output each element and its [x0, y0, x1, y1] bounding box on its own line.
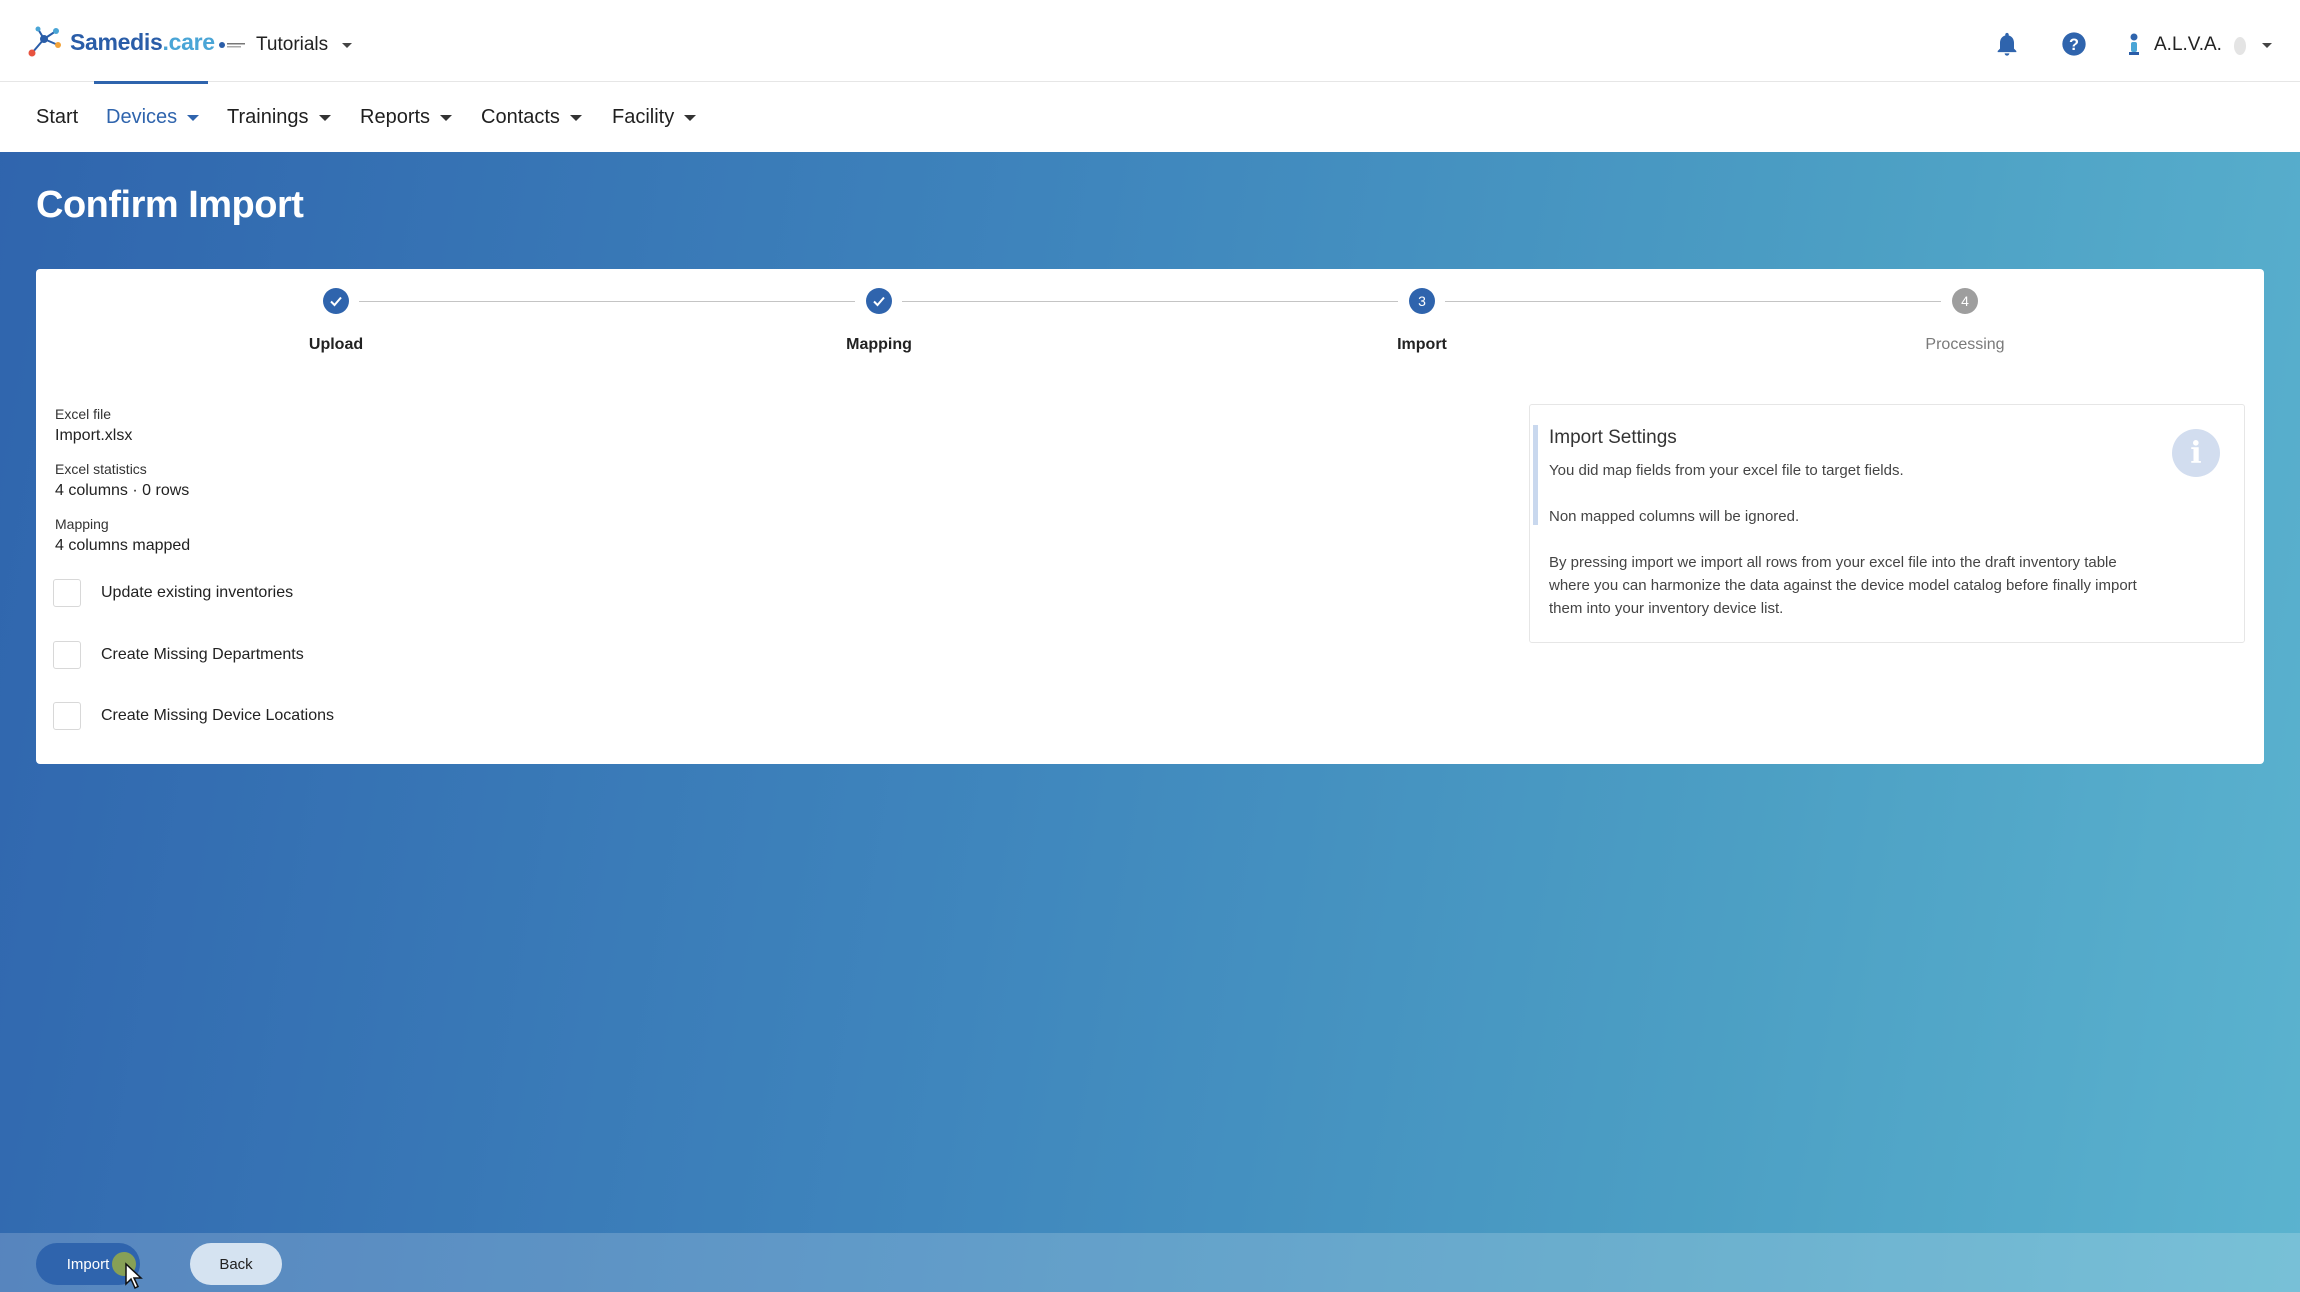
- nav-label: Reports: [360, 106, 431, 128]
- mouse-pointer-icon: [125, 1262, 143, 1290]
- nav-devices[interactable]: Devices: [106, 83, 200, 152]
- info-icon: i: [2172, 429, 2220, 477]
- chevron-down-icon: [684, 114, 697, 121]
- nav-label: Start: [36, 106, 79, 128]
- chevron-down-icon: [2261, 42, 2272, 48]
- update-existing-checkbox[interactable]: [53, 579, 81, 607]
- settings-line-2: Non mapped columns will be ignored.: [1549, 508, 1800, 525]
- nav-label: Facility: [612, 106, 675, 128]
- samedis-logo-icon: [28, 26, 61, 57]
- nav-label: Contacts: [481, 106, 560, 128]
- chevron-down-icon: [440, 114, 453, 121]
- mapping-label: Mapping: [55, 516, 109, 532]
- tenant-logo-icon: [219, 42, 245, 48]
- active-nav-indicator: [94, 81, 208, 84]
- action-bar: Import Back: [0, 1233, 2300, 1292]
- step-import-number: 3: [1409, 288, 1435, 314]
- step-connector: [902, 301, 1398, 302]
- excel-stats-value: 4 columns · 0 rows: [55, 482, 190, 499]
- stepper: Upload Mapping 3 Import 4 Processing: [36, 269, 2264, 369]
- import-settings-panel: Import Settings You did map fields from …: [1529, 404, 2245, 643]
- step-mapping-label: Mapping: [846, 336, 912, 353]
- option-create-locations[interactable]: Create Missing Device Locations: [53, 702, 334, 730]
- excel-file-value: Import.xlsx: [55, 427, 133, 444]
- step-connector: [1445, 301, 1941, 302]
- step-mapping-check-icon: [866, 288, 892, 314]
- nav-start[interactable]: Start: [36, 83, 78, 152]
- chevron-down-icon: [318, 114, 331, 121]
- nav-label: Devices: [106, 106, 178, 128]
- brand-logo[interactable]: Samedis.care: [26, 22, 215, 62]
- nav-reports[interactable]: Reports: [360, 83, 453, 152]
- svg-text:?: ?: [2069, 36, 2079, 54]
- nav-trainings[interactable]: Trainings: [227, 83, 331, 152]
- create-locations-checkbox[interactable]: [53, 702, 81, 730]
- tenant-selector[interactable]: Tutorials: [218, 28, 353, 62]
- settings-line-1: You did map fields from your excel file …: [1549, 462, 1904, 479]
- create-departments-checkbox[interactable]: [53, 641, 81, 669]
- nav-facility[interactable]: Facility: [612, 83, 697, 152]
- main-navigation: Start Devices Trainings Reports Contacts…: [0, 83, 2300, 152]
- back-button[interactable]: Back: [190, 1243, 282, 1285]
- step-import-label: Import: [1397, 336, 1447, 353]
- option-label: Create Missing Departments: [101, 646, 304, 663]
- settings-line-3: By pressing import we import all rows fr…: [1549, 554, 2137, 617]
- settings-accent-bar: [1533, 425, 1538, 525]
- nav-label: Trainings: [227, 106, 309, 128]
- nav-contacts[interactable]: Contacts: [481, 83, 582, 152]
- user-menu[interactable]: A.L.V.A.: [2124, 28, 2272, 62]
- step-upload-check-icon: [323, 288, 349, 314]
- option-label: Create Missing Device Locations: [101, 707, 334, 724]
- option-update-existing[interactable]: Update existing inventories: [53, 579, 293, 607]
- brand-name: Samedis.care: [70, 28, 215, 55]
- step-connector: [359, 301, 855, 302]
- option-label: Update existing inventories: [101, 584, 294, 601]
- step-processing-number: 4: [1952, 288, 1978, 314]
- chevron-down-icon: [187, 114, 200, 121]
- settings-title: Import Settings: [1549, 427, 1677, 448]
- step-processing-label: Processing: [1925, 336, 2005, 353]
- user-name: A.L.V.A.: [2154, 34, 2222, 55]
- user-avatar-icon: [2129, 33, 2139, 55]
- excel-stats-label: Excel statistics: [55, 461, 147, 477]
- import-card: Upload Mapping 3 Import 4 Processing Exc…: [36, 269, 2264, 764]
- page-title: Confirm Import: [36, 184, 304, 226]
- header-row: Samedis.care Tutorials ? A.L.V.A.: [0, 0, 2300, 82]
- help-icon[interactable]: ?: [2060, 30, 2088, 58]
- option-create-departments[interactable]: Create Missing Departments: [53, 641, 304, 669]
- chevron-down-icon: [342, 42, 353, 48]
- chevron-down-icon: [569, 114, 582, 121]
- top-header: Samedis.care Tutorials ? A.L.V.A. Start …: [0, 0, 2300, 152]
- excel-file-label: Excel file: [55, 406, 112, 422]
- bell-icon[interactable]: [1993, 30, 2021, 58]
- hand-icon: [2233, 37, 2246, 55]
- mapping-value: 4 columns mapped: [55, 537, 191, 554]
- tenant-name: Tutorials: [256, 34, 329, 55]
- step-upload-label: Upload: [308, 336, 364, 353]
